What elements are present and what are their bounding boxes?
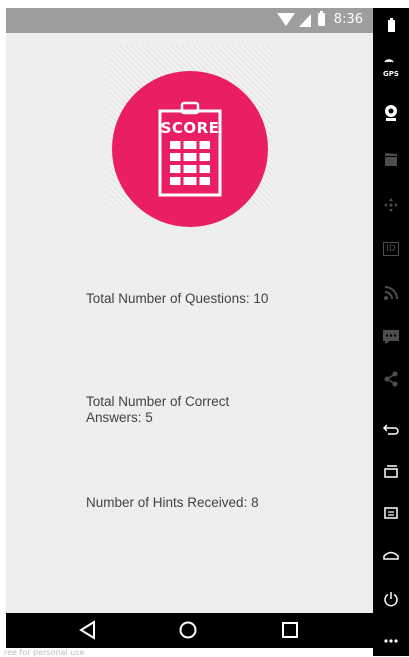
cell-signal-icon	[299, 14, 311, 27]
chat-icon[interactable]	[373, 324, 409, 350]
correct-answers-text: Total Number of Correct Answers: 5	[86, 394, 230, 425]
share-icon[interactable]	[373, 366, 409, 392]
gps-label: GPS	[383, 70, 399, 78]
menu-icon[interactable]	[373, 500, 409, 526]
navigation-bar	[6, 613, 373, 648]
battery-icon[interactable]	[373, 12, 409, 38]
rss-icon[interactable]	[373, 280, 409, 306]
dpad-icon[interactable]	[373, 192, 409, 218]
wifi-icon	[277, 13, 295, 26]
score-logo: SCORE	[112, 71, 268, 227]
back-triangle-icon[interactable]	[70, 615, 106, 645]
id-label: ID	[386, 244, 396, 254]
score-logo-text: SCORE	[160, 119, 220, 137]
more-icon[interactable]	[373, 628, 409, 654]
hints-received-text: Number of Hints Received: 8	[86, 495, 259, 510]
total-questions-text: Total Number of Questions: 10	[86, 291, 269, 306]
recent-apps-square-icon[interactable]	[272, 615, 308, 645]
phone-screen: 8:36 SCORE Total Number of Questions: 10…	[6, 8, 373, 648]
scoreboard-clipboard-icon	[158, 101, 222, 197]
back-icon[interactable]	[373, 416, 409, 442]
battery-icon	[318, 11, 325, 26]
home-icon[interactable]	[373, 542, 409, 568]
emulator-toolbar: GPS ID	[373, 8, 409, 656]
status-time: 8:36	[333, 12, 363, 27]
gps-icon[interactable]: GPS	[373, 54, 409, 80]
status-bar: 8:36	[6, 8, 373, 33]
recent-apps-icon[interactable]	[373, 458, 409, 484]
id-icon[interactable]: ID	[373, 236, 409, 262]
power-icon[interactable]	[373, 586, 409, 612]
video-clapper-icon[interactable]	[373, 146, 409, 172]
camera-icon[interactable]	[373, 100, 409, 126]
score-screen: SCORE Total Number of Questions: 10 Tota…	[6, 33, 373, 613]
home-circle-icon[interactable]	[170, 615, 206, 645]
